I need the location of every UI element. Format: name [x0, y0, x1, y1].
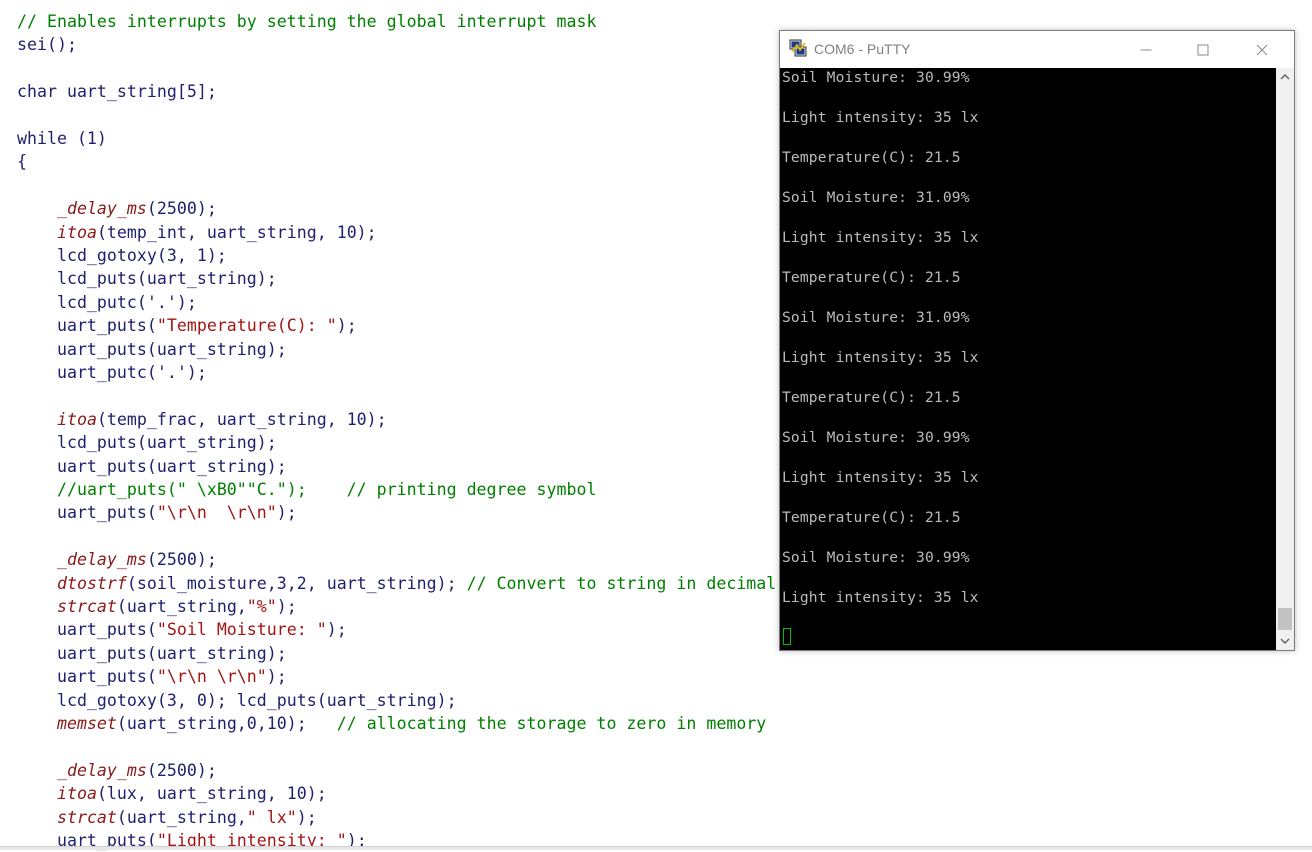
terminal-line: Temperature(C): 21.5: [782, 269, 961, 286]
code-line: _delay_ms(2500);: [56, 550, 217, 570]
putty-icon: [789, 39, 807, 57]
code-line: uart_puts(uart_string);: [17, 456, 287, 476]
chevron-up-icon: [1280, 74, 1290, 80]
code-line: lcd_puts(uart_string);: [17, 433, 277, 453]
code-line: lcd_puts(uart_string);: [17, 269, 277, 289]
maximize-button[interactable]: [1180, 31, 1226, 68]
terminal-line: Temperature(C): 21.5: [782, 509, 961, 526]
close-button[interactable]: [1239, 31, 1285, 68]
chevron-down-icon: [1280, 638, 1290, 644]
terminal-line: Light intensity: 35 lx: [782, 469, 979, 486]
terminal-line: Soil Moisture: 30.99%: [782, 549, 970, 566]
terminal-line: Soil Moisture: 31.09%: [782, 309, 970, 326]
code-line: itoa(lux, uart_string, 10);: [56, 784, 327, 804]
putty-window[interactable]: COM6 - PuTTY Soil Moisture: 30.99% Light …: [779, 30, 1295, 651]
code-line: uart_puts("Soil Moisture: ");: [17, 620, 347, 640]
terminal-line: Light intensity: 35 lx: [782, 229, 979, 246]
code-line: memset(uart_string,0,10); // allocating …: [56, 714, 767, 733]
code-line: uart_puts("\r\n \r\n");: [17, 503, 297, 523]
code-line: strcat(uart_string," lx");: [56, 807, 317, 827]
scroll-up-button[interactable]: [1276, 68, 1294, 85]
code-line: uart_puts(uart_string);: [17, 643, 287, 663]
terminal-line: Soil Moisture: 31.09%: [782, 189, 970, 206]
code-line: char uart_string[5];: [17, 82, 217, 102]
terminal-line: Temperature(C): 21.5: [782, 149, 961, 166]
code-line: // Enables interrupts by setting the glo…: [17, 12, 597, 31]
scrollbar-thumb[interactable]: [1278, 608, 1292, 630]
code-line: strcat(uart_string,"%");: [56, 597, 297, 616]
editor-bottom-edge: [0, 846, 1312, 850]
terminal-output[interactable]: Soil Moisture: 30.99% Light intensity: 35…: [780, 68, 1276, 650]
close-icon: [1256, 44, 1268, 55]
terminal-line: Light intensity: 35 lx: [782, 589, 979, 606]
code-line: while (1): [17, 129, 107, 148]
scroll-down-button[interactable]: [1276, 633, 1294, 650]
terminal-line: Soil Moisture: 30.99%: [782, 69, 970, 86]
code-line: _delay_ms(2500);: [56, 760, 217, 780]
title-bar[interactable]: COM6 - PuTTY: [780, 31, 1294, 68]
terminal-cursor: [783, 628, 791, 645]
code-line: lcd_putc('.');: [17, 292, 197, 312]
code-line: lcd_gotoxy(3, 1);: [17, 246, 227, 265]
code-line: uart_puts("Temperature(C): ");: [17, 316, 357, 336]
code-line: itoa(temp_frac, uart_string, 10);: [56, 409, 387, 429]
terminal-line: Light intensity: 35 lx: [782, 349, 979, 366]
terminal-line: Temperature(C): 21.5: [782, 389, 961, 406]
code-line: uart_putc('.');: [17, 363, 207, 382]
terminal-line: Light intensity: 35 lx: [782, 109, 979, 126]
minimize-icon: [1140, 49, 1152, 50]
vertical-scrollbar[interactable]: [1276, 68, 1294, 650]
code-line: {: [17, 152, 27, 172]
minimize-button[interactable]: [1123, 31, 1169, 68]
code-line: dtostrf(soil_moisture,3,2, uart_string);…: [56, 573, 777, 593]
code-line: uart_puts("\r\n \r\n");: [17, 667, 287, 687]
code-line: sei();: [17, 35, 77, 55]
code-line: _delay_ms(2500);: [56, 199, 217, 219]
terminal-line: Soil Moisture: 30.99%: [782, 429, 970, 446]
code-line: itoa(temp_int, uart_string, 10);: [56, 222, 377, 242]
code-line: lcd_gotoxy(3, 0); lcd_puts(uart_string);: [17, 690, 457, 710]
code-line: uart_puts(uart_string);: [17, 339, 287, 359]
window-title: COM6 - PuTTY: [814, 41, 911, 57]
maximize-icon: [1197, 44, 1209, 55]
code-line: //uart_puts(" \xB0""C."); // printing de…: [56, 480, 597, 499]
